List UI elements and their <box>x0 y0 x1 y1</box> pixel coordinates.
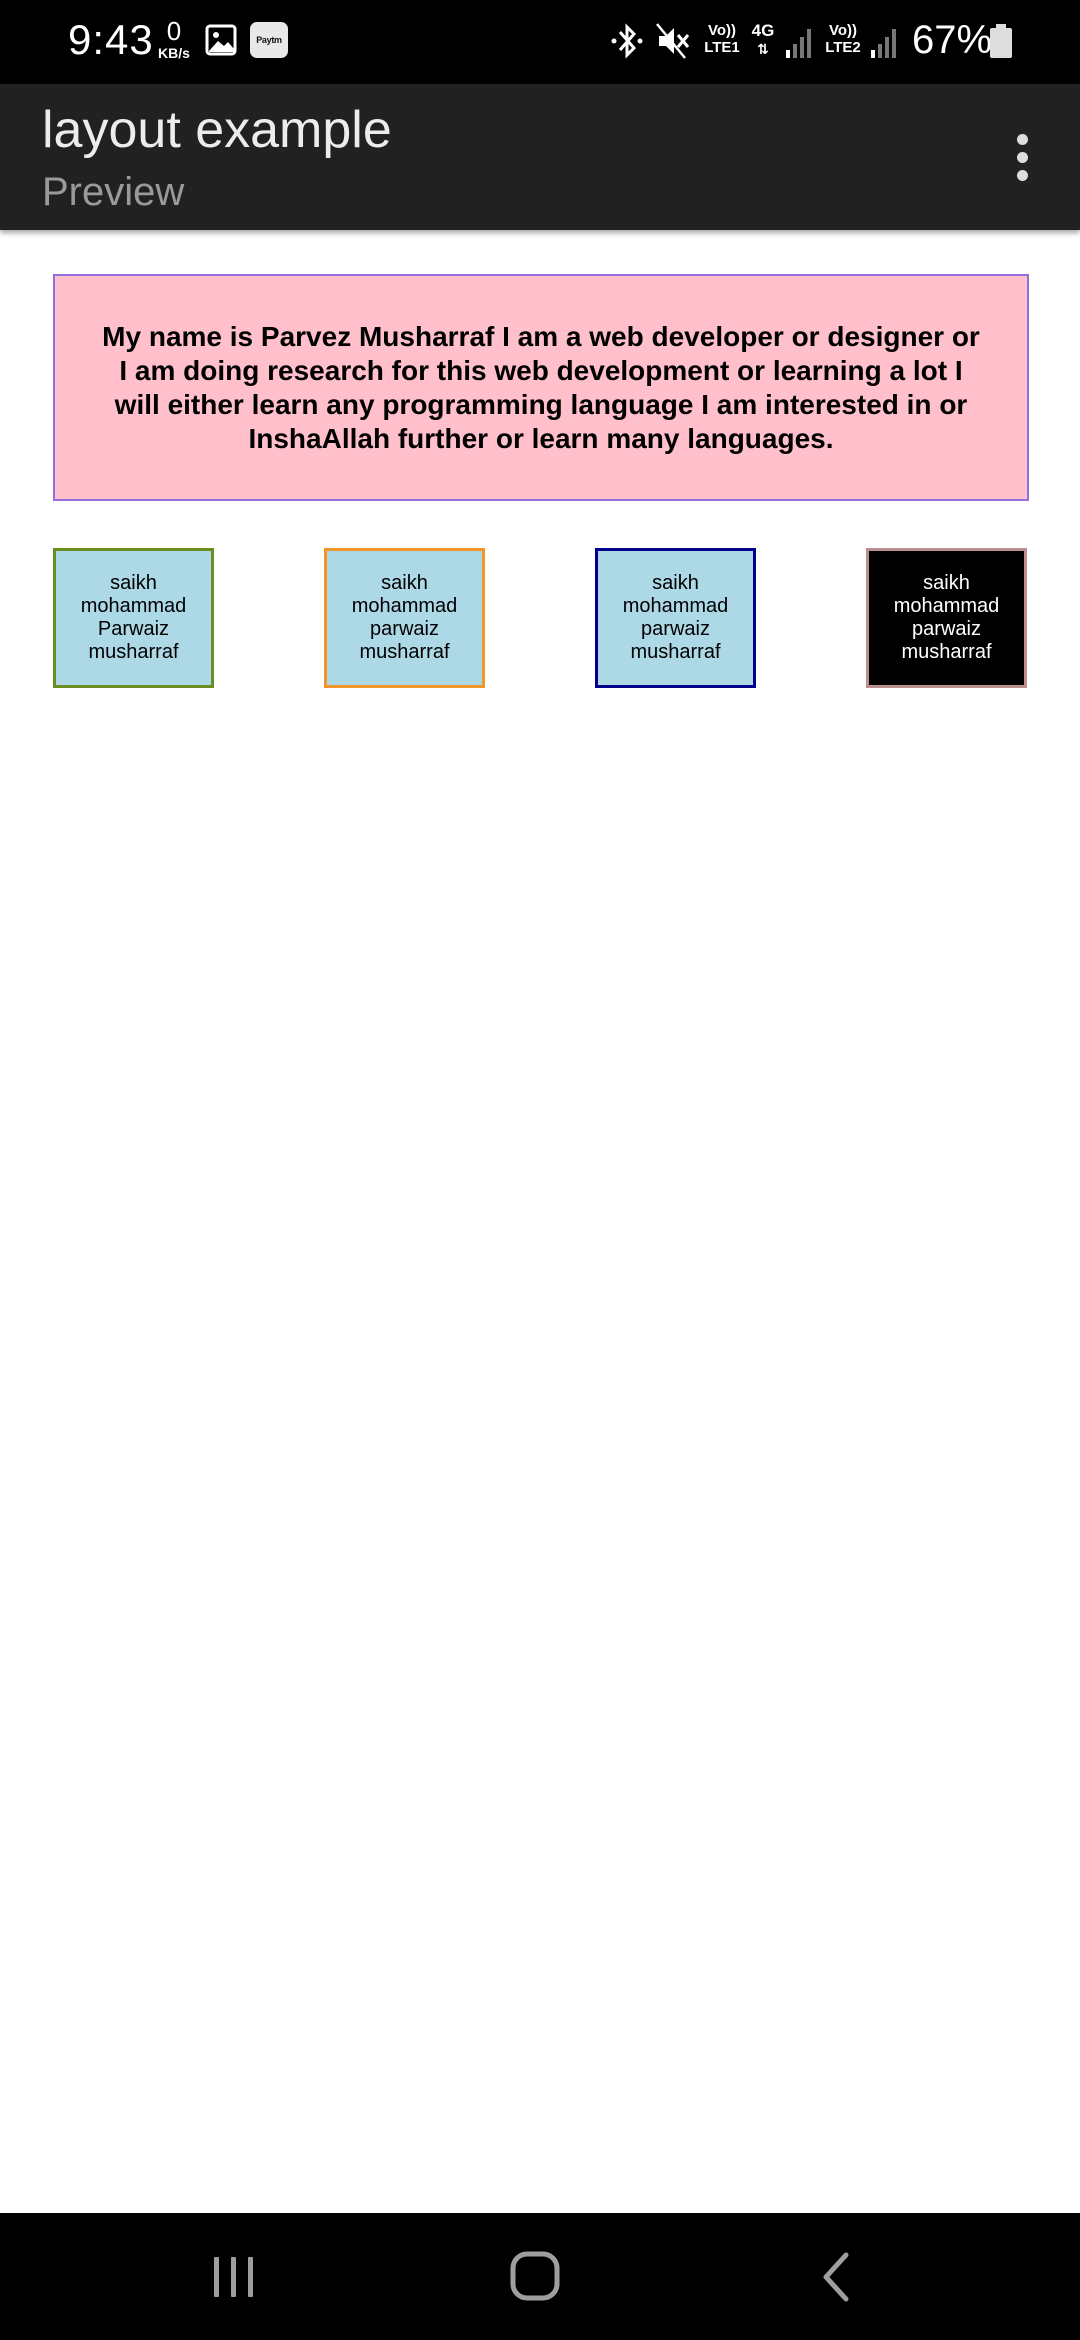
sim1-indicator: Vo)) LTE1 <box>700 22 744 56</box>
status-bar: 9:43 0 KB/s Paytm Vo)) LTE1 4G ⇅ Vo)) LT… <box>0 0 1080 84</box>
name-box-text: saikh mohammad parwaiz musharraf <box>622 572 729 663</box>
paytm-label: Paytm <box>256 35 282 45</box>
app-title: layout example <box>42 101 392 159</box>
mute-icon <box>656 23 690 59</box>
battery-icon <box>990 24 1012 58</box>
sim2-lte: LTE2 <box>825 39 861 56</box>
back-icon[interactable] <box>808 2251 868 2303</box>
bluetooth-icon <box>611 23 643 59</box>
name-box-1: saikh mohammad Parwaiz musharraf <box>53 548 214 688</box>
network-type-label: 4G <box>751 21 775 40</box>
name-box-text: saikh mohammad Parwaiz musharraf <box>80 572 187 663</box>
name-box-3: saikh mohammad parwaiz musharraf <box>595 548 756 688</box>
name-box-4: saikh mohammad parwaiz musharraf <box>866 548 1027 688</box>
gallery-icon <box>205 24 237 56</box>
app-subtitle: Preview <box>42 170 185 214</box>
data-arrows-icon: ⇅ <box>757 41 769 57</box>
battery-percent: 67% <box>912 18 993 62</box>
network-speed-unit: KB/s <box>158 45 190 61</box>
network-speed-value: 0 <box>166 16 182 46</box>
intro-text: My name is Parvez Musharraf I am a web d… <box>102 320 980 454</box>
name-box-2: saikh mohammad parwaiz musharraf <box>324 548 485 688</box>
name-box-text: saikh mohammad parwaiz musharraf <box>351 572 458 663</box>
signal-icon <box>786 29 811 58</box>
intro-box: My name is Parvez Musharraf I am a web d… <box>53 274 1029 501</box>
status-time: 9:43 <box>68 16 154 63</box>
network-speed: 0 KB/s <box>154 18 194 60</box>
overflow-menu-icon[interactable] <box>1006 132 1038 182</box>
name-box-text: saikh mohammad parwaiz musharraf <box>893 572 1000 663</box>
home-icon[interactable] <box>505 2251 565 2303</box>
network-type: 4G ⇅ <box>748 22 778 58</box>
signal-icon <box>871 29 896 58</box>
sim2-indicator: Vo)) LTE2 <box>820 22 866 56</box>
sim2-volte: Vo)) <box>828 22 858 39</box>
sim1-volte: Vo)) <box>707 22 737 39</box>
navigation-bar <box>0 2213 1080 2340</box>
app-bar: layout example Preview <box>0 84 1080 230</box>
paytm-icon: Paytm <box>250 22 288 58</box>
recent-apps-icon[interactable] <box>204 2251 264 2303</box>
sim1-lte: LTE1 <box>704 39 740 56</box>
